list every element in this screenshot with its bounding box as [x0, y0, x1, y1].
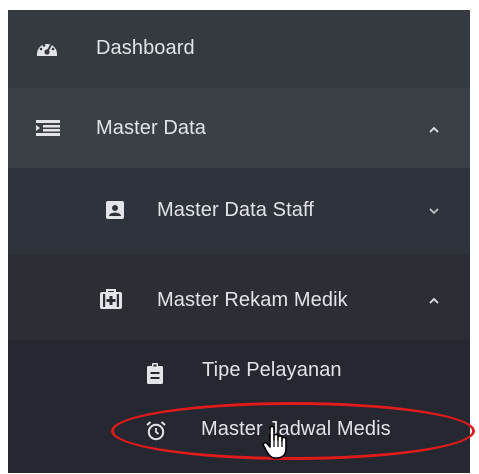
chevron-up-icon: [427, 295, 441, 305]
sidebar-item-master-rekam-medik[interactable]: Master Rekam Medik: [8, 254, 470, 340]
sidebar-item-master-data[interactable]: Master Data: [8, 88, 470, 168]
alarm-clock-icon: [145, 420, 167, 442]
chevron-up-icon: [427, 124, 441, 134]
id-card-icon: [104, 200, 126, 220]
sidebar-item-master-jadwal-medis[interactable]: Master Jadwal Medis: [8, 406, 470, 473]
sidebar-item-master-data-staff[interactable]: Master Data Staff: [8, 168, 470, 254]
sidebar-item-label: Master Data Staff: [157, 199, 314, 221]
sidebar-item-label: Tipe Pelayanan: [202, 359, 342, 381]
medkit-icon: [99, 288, 123, 310]
dashboard-icon: [36, 38, 58, 60]
sidebar-item-dashboard[interactable]: Dashboard: [8, 10, 470, 88]
sidebar-item-label: Master Rekam Medik: [157, 289, 348, 311]
chevron-down-icon: [427, 206, 441, 216]
sidebar-item-tipe-pelayanan[interactable]: Tipe Pelayanan: [8, 340, 470, 406]
clipboard-icon: [146, 361, 164, 385]
sidebar-nav: Dashboard Master Data Master Data Staff …: [8, 10, 470, 473]
sidebar-item-label: Master Data: [96, 117, 207, 139]
sidebar-item-label: Master Jadwal Medis: [201, 418, 391, 440]
list-icon: [36, 119, 60, 137]
hand-pointer-cursor-icon: [262, 425, 292, 461]
sidebar-item-label: Dashboard: [96, 37, 195, 59]
